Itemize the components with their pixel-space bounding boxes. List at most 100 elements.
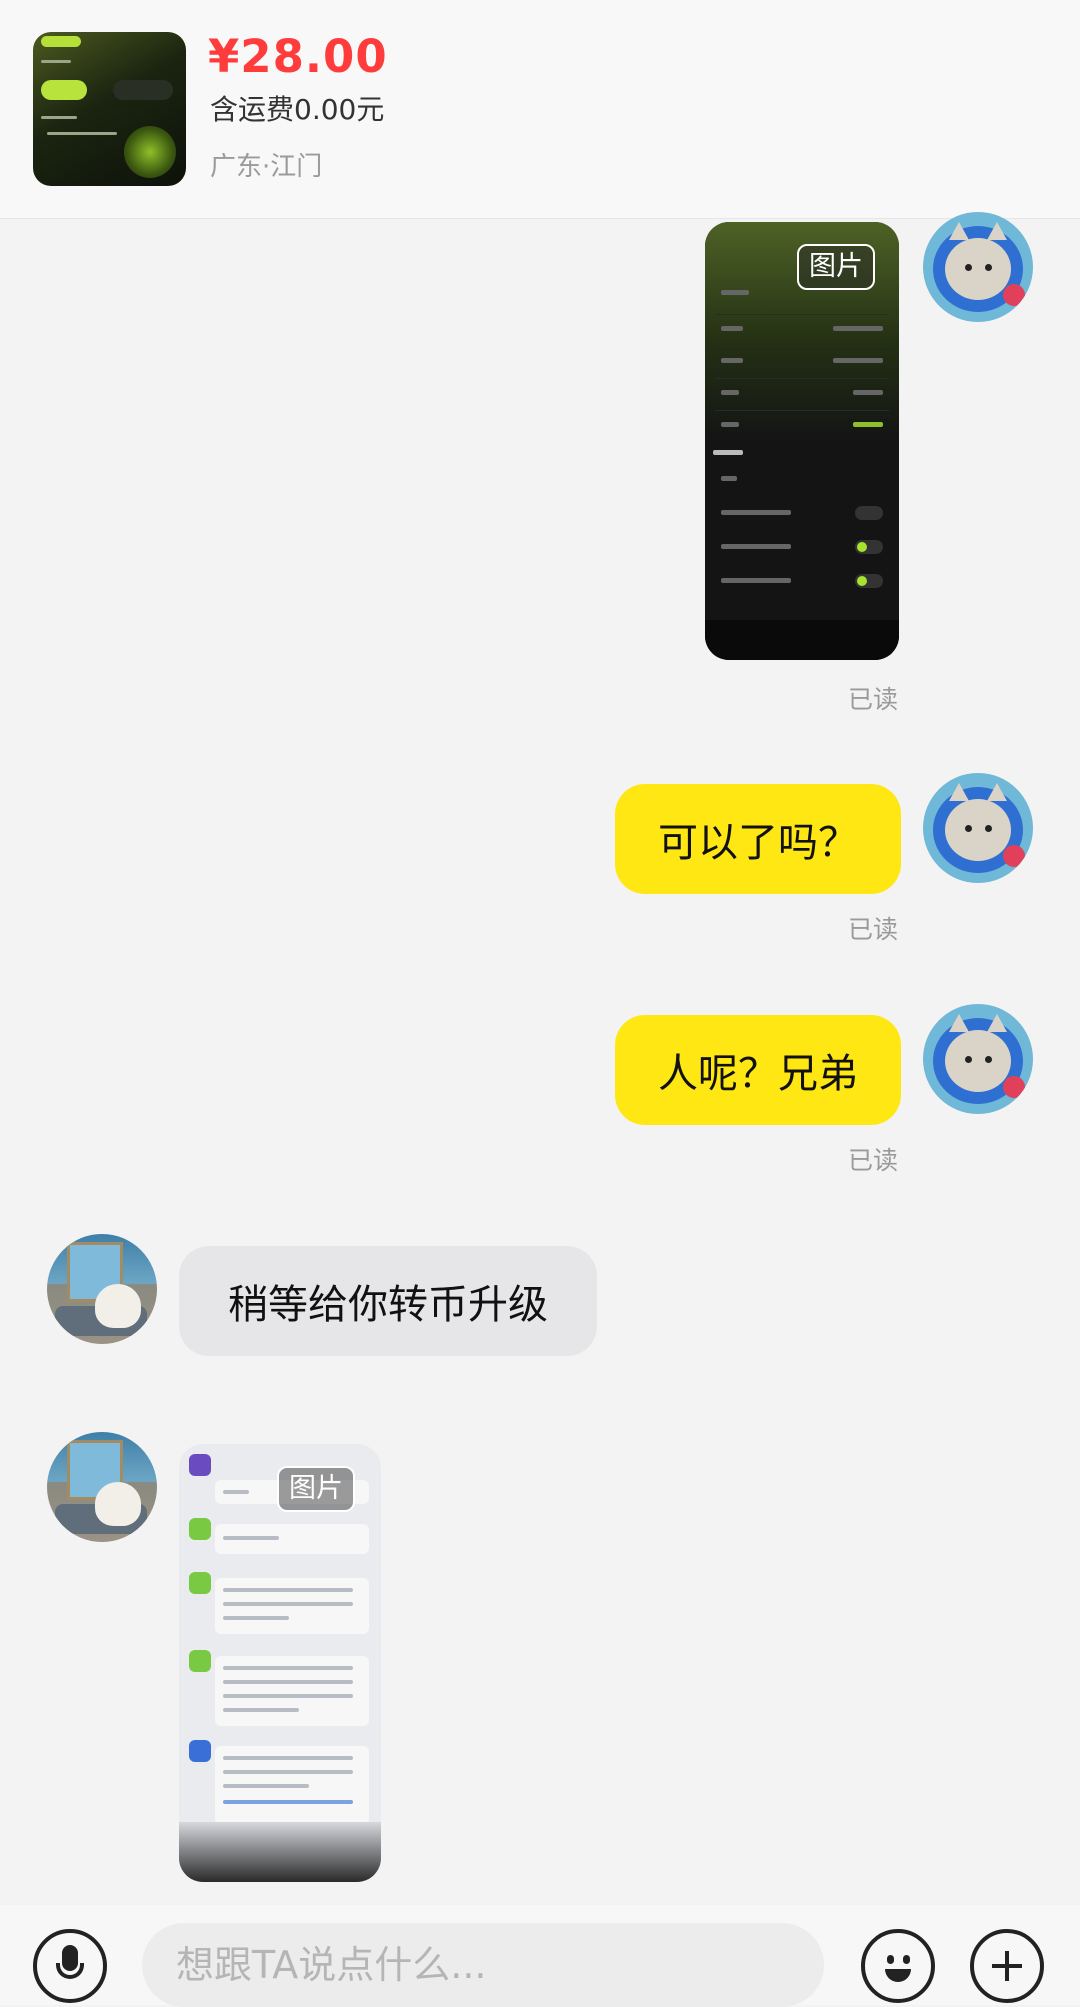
image-content [215, 1524, 369, 1554]
plus-shape [1005, 1951, 1009, 1981]
thumb-decoration [47, 132, 117, 135]
image-content [715, 378, 889, 379]
image-content [223, 1616, 289, 1620]
avatar-ear [949, 783, 969, 801]
image-content [189, 1650, 211, 1672]
contact-avatar[interactable] [47, 1234, 157, 1344]
image-content [215, 1656, 369, 1726]
image-content [715, 346, 889, 347]
image-content [713, 450, 743, 455]
my-avatar[interactable] [923, 1004, 1033, 1114]
message-input[interactable] [142, 1923, 824, 2007]
message-bubble[interactable]: 人呢？兄弟 [615, 1015, 901, 1125]
image-content [223, 1694, 353, 1698]
image-content [705, 620, 899, 660]
image-content [223, 1666, 353, 1670]
image-content [189, 1518, 211, 1540]
image-content [189, 1740, 211, 1762]
image-content [223, 1784, 309, 1788]
avatar-figure [95, 1284, 141, 1328]
image-content [853, 390, 883, 395]
contact-avatar[interactable] [47, 1432, 157, 1542]
image-badge: 图片 [277, 1466, 355, 1512]
avatar-eye [985, 1056, 992, 1063]
avatar-ear [987, 1014, 1007, 1032]
avatar-tail [1003, 845, 1025, 867]
image-content [833, 358, 883, 363]
image-content [715, 410, 889, 411]
emoji-shape [885, 1969, 911, 1982]
image-content [721, 422, 739, 427]
product-thumbnail[interactable] [33, 32, 186, 186]
image-content [855, 540, 883, 554]
avatar-face [945, 238, 1011, 300]
thumb-decoration [41, 60, 71, 63]
image-content [721, 290, 749, 295]
microphone-icon[interactable] [33, 1929, 107, 2003]
avatar-face [945, 799, 1011, 861]
product-location: 广东·江门 [210, 152, 323, 182]
avatar-ear [949, 1014, 969, 1032]
my-avatar[interactable] [923, 773, 1033, 883]
image-content [189, 1454, 211, 1476]
avatar-ear [987, 222, 1007, 240]
read-status: 已读 [848, 1146, 899, 1175]
image-content [179, 1822, 381, 1882]
product-price: ¥28.00 [208, 30, 388, 83]
mic-shape [56, 1963, 84, 1979]
image-content [721, 544, 791, 549]
image-content [189, 1572, 211, 1594]
image-content [855, 574, 883, 588]
image-content [721, 510, 791, 515]
image-content [223, 1770, 353, 1774]
image-content [833, 326, 883, 331]
image-content [223, 1536, 279, 1540]
avatar-tail [1003, 284, 1025, 306]
product-shipping: 含运费0.00元 [210, 93, 385, 126]
image-content [855, 506, 883, 520]
image-content [223, 1800, 353, 1804]
thumb-decoration [41, 80, 87, 100]
avatar-eye [965, 825, 972, 832]
image-content [715, 314, 889, 315]
thumb-decoration [113, 80, 173, 100]
thumb-decoration [41, 116, 77, 119]
avatar-face [945, 1030, 1011, 1092]
image-content [721, 358, 743, 363]
image-content [721, 476, 737, 481]
image-content [223, 1602, 353, 1606]
image-content [721, 390, 739, 395]
emoji-icon[interactable] [861, 1929, 935, 2003]
message-bubble[interactable]: 稍等给你转币升级 [179, 1246, 597, 1356]
image-content [853, 422, 883, 427]
avatar-figure [95, 1482, 141, 1526]
image-content [721, 578, 791, 583]
message-bubble[interactable]: 可以了吗？ [615, 784, 901, 894]
image-content [223, 1490, 249, 1494]
image-message[interactable]: 图片 [179, 1444, 381, 1882]
image-content [223, 1680, 353, 1684]
emoji-shape [903, 1955, 910, 1964]
image-content [223, 1756, 353, 1760]
image-content [215, 1578, 369, 1634]
thumb-logo-icon [124, 126, 176, 178]
input-bar [0, 1905, 1080, 2007]
avatar-eye [965, 264, 972, 271]
avatar-eye [965, 1056, 972, 1063]
my-avatar[interactable] [923, 212, 1033, 322]
image-content [215, 1746, 369, 1826]
thumb-decoration [41, 36, 81, 47]
product-card[interactable]: ¥28.00 含运费0.00元 广东·江门 [0, 0, 1080, 219]
avatar-ear [949, 222, 969, 240]
image-content [223, 1588, 353, 1592]
image-content [721, 326, 743, 331]
read-status: 已读 [848, 685, 899, 714]
image-content [223, 1708, 299, 1712]
avatar-eye [985, 264, 992, 271]
plus-icon[interactable] [970, 1929, 1044, 2003]
avatar-tail [1003, 1076, 1025, 1098]
emoji-shape [887, 1955, 894, 1964]
avatar-eye [985, 825, 992, 832]
image-message[interactable]: 图片 [705, 222, 899, 660]
avatar-ear [987, 783, 1007, 801]
